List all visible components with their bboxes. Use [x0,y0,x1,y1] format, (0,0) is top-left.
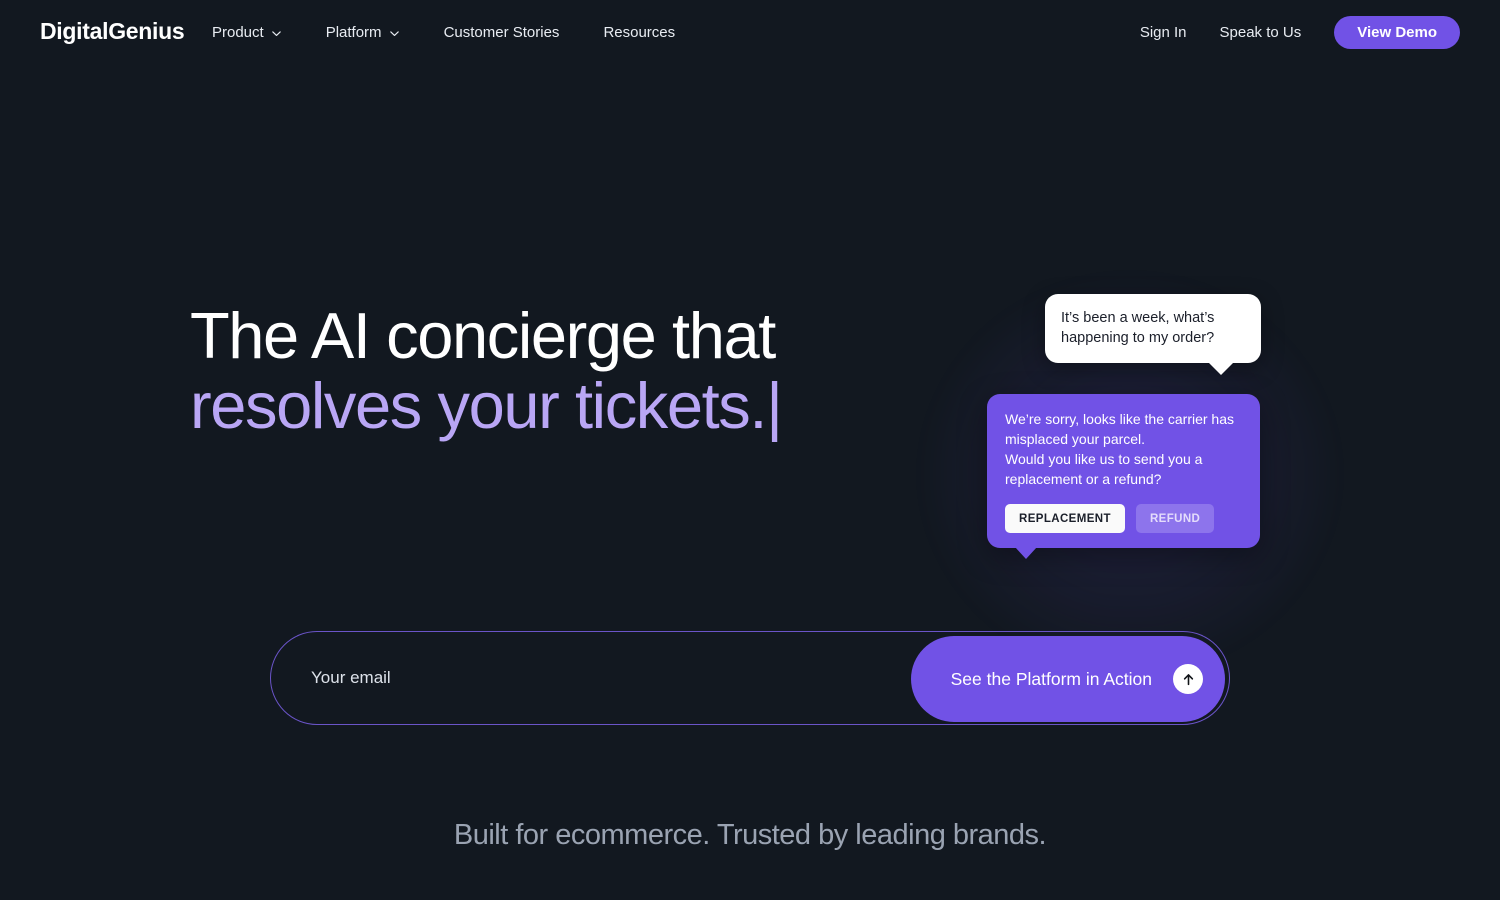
logo-text-genius: Genius [108,18,185,44]
nav-item-platform[interactable]: Platform [326,18,400,47]
quick-reply-replacement-button[interactable]: REPLACEMENT [1005,504,1125,533]
chat-bubble-user-text: It’s been a week, what’s happening to my… [1061,310,1215,346]
headline-line-2-text: resolves your tickets. [190,369,767,442]
bubble-tail [1208,362,1234,375]
email-signup-form: See the Platform in Action [270,631,1230,725]
brand-logo[interactable]: DigitalGenius [40,18,185,45]
chevron-down-icon [271,28,282,39]
quick-reply-refund-button[interactable]: REFUND [1135,504,1215,533]
chat-bubble-bot-text-1: We’re sorry, looks like the carrier has … [1005,411,1234,447]
nav-item-product[interactable]: Product [212,18,282,47]
page-title: The AI concierge that resolves your tick… [190,299,783,442]
bubble-tail [1015,547,1037,559]
typing-caret: | [766,369,783,442]
logo-text-digital: Digital [40,18,109,44]
chat-bubble-bot: We’re sorry, looks like the carrier has … [987,394,1260,559]
arrow-up-icon [1173,664,1203,694]
chevron-down-icon [389,28,400,39]
trust-tagline: Built for ecommerce. Trusted by leading … [453,819,1047,851]
chat-bubble-user: It’s been a week, what’s happening to my… [1045,294,1261,375]
primary-nav-links: Product Platform Customer Stories Resour… [212,0,675,64]
chat-bubble-bot-text-2: Would you like us to send you a replacem… [1005,451,1203,487]
headline-line-1: The AI concierge that [190,299,776,372]
cta-label: See the Platform in Action [950,668,1152,689]
nav-item-customer-stories[interactable]: Customer Stories [444,18,560,47]
sign-in-link[interactable]: Sign In [1140,24,1187,41]
quick-reply-group: REPLACEMENT REFUND [1005,504,1244,533]
speak-to-us-link[interactable]: Speak to Us [1220,24,1302,41]
view-demo-button[interactable]: View Demo [1334,15,1460,49]
hero-section: The AI concierge that resolves your tick… [0,64,1500,900]
headline-line-2: resolves your tickets.| [190,369,783,442]
nav-item-resources-label: Resources [603,23,676,41]
nav-item-customer-stories-label: Customer Stories [443,23,560,41]
top-navigation-bar: DigitalGenius Product Platform Customer … [0,0,1500,64]
chat-illustration: It’s been a week, what’s happening to my… [900,204,1340,674]
nav-actions: Sign In Speak to Us View Demo [1140,0,1460,64]
nav-item-platform-label: Platform [325,23,382,41]
nav-item-resources[interactable]: Resources [603,18,675,47]
nav-item-product-label: Product [212,23,264,41]
see-platform-in-action-button[interactable]: See the Platform in Action [910,636,1225,722]
